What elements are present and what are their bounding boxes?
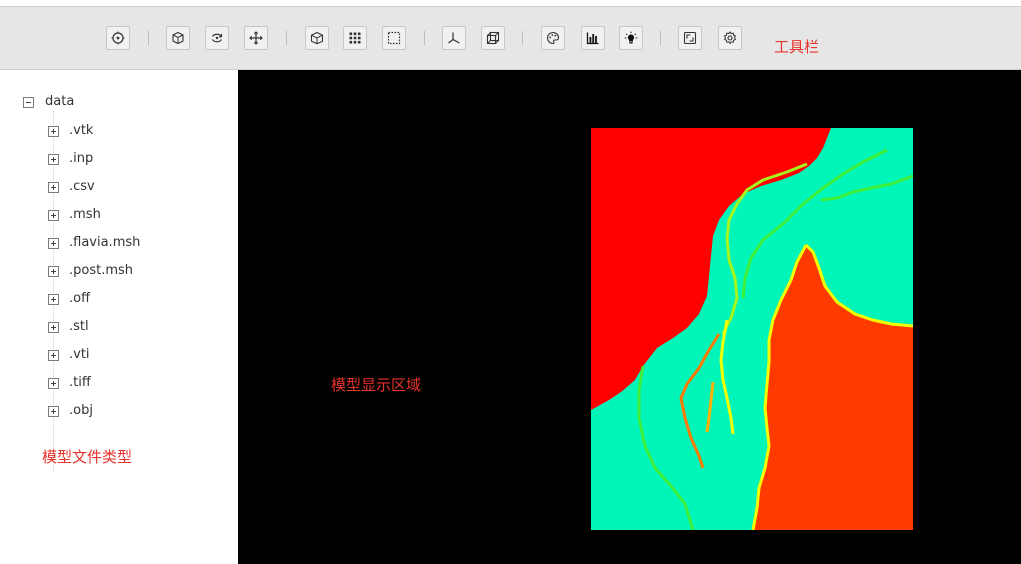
cube-view-button[interactable]	[305, 26, 329, 50]
tree-item-label: .msh	[69, 207, 101, 222]
grid-icon	[349, 32, 361, 44]
tree-item[interactable]: .tiff	[48, 375, 91, 391]
tree-item-label: .stl	[69, 319, 89, 334]
expand-icon[interactable]	[48, 153, 59, 165]
expand-icon[interactable]	[48, 293, 59, 305]
expand-icon[interactable]	[48, 349, 59, 361]
box-select-button[interactable]	[382, 26, 406, 50]
fullscreen-icon	[683, 31, 697, 45]
expand-icon[interactable]	[48, 405, 59, 417]
window-top-border	[0, 0, 1021, 7]
palette-button[interactable]	[541, 26, 565, 50]
toolbar-separator	[286, 31, 287, 45]
bar-chart-button[interactable]	[581, 26, 605, 50]
wireframe-box-icon	[486, 31, 500, 45]
settings-icon	[723, 31, 737, 45]
rotate-icon	[211, 33, 223, 43]
reset-camera-button[interactable]	[166, 26, 190, 50]
target-button[interactable]	[106, 26, 130, 50]
light-bulb-icon	[624, 31, 638, 44]
tree-item-label: .vti	[69, 347, 90, 362]
light-button[interactable]	[619, 26, 643, 50]
toolbar: 工具栏	[0, 7, 1021, 70]
tree-root[interactable]: data	[23, 94, 74, 110]
tree-item-label: .off	[69, 291, 91, 306]
tree-item[interactable]: .vtk	[48, 123, 93, 139]
viewport-annotation: 模型显示区域	[331, 376, 422, 394]
tree-item[interactable]: .off	[48, 291, 90, 307]
expand-icon[interactable]	[48, 237, 59, 249]
fullscreen-button[interactable]	[678, 26, 702, 50]
collapse-icon[interactable]	[23, 96, 34, 108]
model-viewport[interactable]: 模型显示区域	[238, 70, 1021, 564]
tree-annotation: 模型文件类型	[42, 448, 133, 466]
pan-button[interactable]	[244, 26, 268, 50]
palette-icon	[547, 31, 560, 45]
tree-item[interactable]: .post.msh	[48, 263, 133, 279]
box-select-icon	[387, 31, 401, 45]
toolbar-annotation: 工具栏	[774, 38, 820, 56]
rotate-button[interactable]	[205, 26, 229, 50]
target-icon	[111, 31, 125, 45]
pan-move-icon	[249, 31, 263, 45]
tree-item-label: .post.msh	[69, 263, 134, 278]
wireframe-box-button[interactable]	[481, 26, 505, 50]
file-type-tree: data .vtk .inp .csv .msh .flavia.msh .po…	[0, 70, 237, 564]
tree-item[interactable]: .inp	[48, 151, 93, 167]
axes-button[interactable]	[442, 26, 466, 50]
tree-item[interactable]: .msh	[48, 207, 101, 223]
toolbar-separator	[424, 31, 425, 45]
tree-item[interactable]: .vti	[48, 347, 90, 363]
rendered-model[interactable]	[591, 128, 913, 530]
toolbar-separator	[148, 31, 149, 45]
axes-icon	[448, 32, 460, 44]
tree-item-label: .vtk	[69, 123, 94, 138]
bar-chart-icon	[586, 32, 599, 45]
tree-item-label: .csv	[69, 179, 95, 194]
tree-item-label: .flavia.msh	[69, 235, 141, 250]
tree-item-label: .inp	[69, 151, 94, 166]
cube-view-icon	[310, 31, 324, 45]
tree-item-label: .tiff	[69, 375, 91, 390]
grid-button[interactable]	[343, 26, 367, 50]
toolbar-separator	[660, 31, 661, 45]
expand-icon[interactable]	[48, 181, 59, 193]
expand-icon[interactable]	[48, 209, 59, 221]
tree-item[interactable]: .csv	[48, 179, 95, 195]
tree-item[interactable]: .stl	[48, 319, 89, 335]
tree-item[interactable]: .flavia.msh	[48, 235, 140, 251]
reset-camera-icon	[172, 31, 184, 45]
expand-icon[interactable]	[48, 265, 59, 277]
expand-icon[interactable]	[48, 377, 59, 389]
expand-icon[interactable]	[48, 321, 59, 333]
tree-item[interactable]: .obj	[48, 403, 93, 419]
tree-root-label: data	[45, 94, 75, 109]
settings-button[interactable]	[718, 26, 742, 50]
tree-item-label: .obj	[69, 403, 93, 418]
toolbar-separator	[522, 31, 523, 45]
expand-icon[interactable]	[48, 125, 59, 137]
